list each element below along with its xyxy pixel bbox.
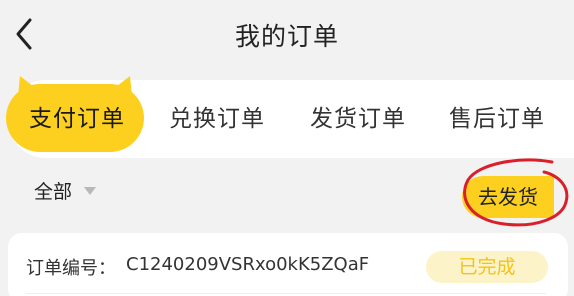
header: 我的订单 — [0, 0, 574, 72]
order-number-label: 订单编号： — [26, 258, 116, 279]
tab-after-sales-orders[interactable]: 售后订单 — [449, 104, 545, 134]
tab-shipping-orders[interactable]: 发货订单 — [310, 104, 406, 134]
status-badge: 已完成 — [426, 251, 548, 283]
order-number: C1240209VSRxo0kK5ZQaF — [126, 254, 370, 275]
page-title: 我的订单 — [234, 22, 339, 51]
tab-payment-orders[interactable]: 支付订单 — [29, 104, 125, 134]
tab-exchange-orders[interactable]: 兑换订单 — [169, 104, 265, 134]
go-ship-button[interactable]: 去发货 — [462, 176, 554, 218]
caret-down-icon — [84, 186, 97, 195]
divider — [26, 293, 546, 294]
filter-label: 全部 — [34, 181, 73, 203]
filter-dropdown[interactable]: 全部 — [34, 177, 97, 204]
my-orders-page: 我的订单 支付订单 兑换订单 发货订单 售后订单 全部 去发货 订单编号： C1… — [0, 0, 574, 296]
